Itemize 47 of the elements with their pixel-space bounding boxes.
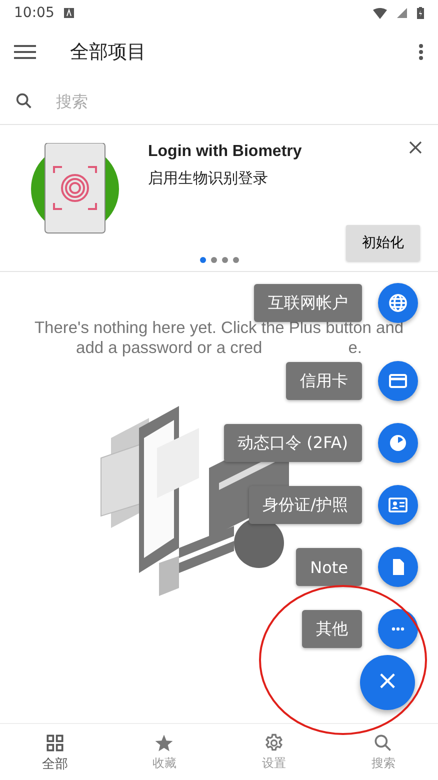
bottom-nav-tab[interactable]: 全部 [0, 724, 110, 780]
search-icon [375, 734, 392, 751]
speed-dial-label[interactable]: Note [296, 548, 362, 586]
globe-icon [389, 294, 407, 312]
page-indicator-dot[interactable] [210, 257, 216, 263]
speed-dial-button[interactable] [378, 423, 418, 463]
overflow-menu-icon[interactable] [418, 43, 424, 61]
menu-icon[interactable] [14, 44, 36, 60]
page-indicator-dot[interactable] [222, 257, 228, 263]
grid-icon [46, 734, 63, 751]
bottom-nav-tab[interactable]: 设置 [219, 724, 328, 780]
signal-icon [397, 8, 407, 18]
search-field[interactable]: 搜索 [54, 90, 424, 112]
more-icon [392, 627, 404, 631]
speed-dial-label[interactable]: 信用卡 [286, 362, 362, 400]
page-indicator-dot[interactable] [200, 257, 206, 263]
credit-card-icon [389, 374, 407, 388]
empty-message: e. [348, 338, 362, 358]
speed-dial-label[interactable]: 身份证/护照 [248, 486, 362, 524]
search-icon [14, 91, 34, 111]
bottom-nav-tab[interactable]: 搜索 [328, 724, 438, 780]
speed-dial-label[interactable]: 其他 [302, 610, 362, 648]
document-icon [393, 559, 404, 575]
notification-icon [64, 8, 74, 18]
star-icon [156, 734, 173, 752]
wifi-icon [373, 8, 387, 18]
speed-dial-button[interactable] [378, 547, 418, 587]
speed-dial-button[interactable] [378, 609, 418, 649]
speed-dial-button[interactable] [378, 283, 418, 323]
promo-title: Login with Biometry [148, 143, 302, 161]
speed-dial-label[interactable]: 互联网帐户 [254, 284, 362, 322]
initialize-button[interactable]: 初始化 [346, 225, 420, 261]
speed-dial-button[interactable] [378, 361, 418, 401]
id-card-icon [388, 498, 408, 512]
status-time: 10:05 [14, 5, 54, 21]
close-icon[interactable] [409, 141, 422, 154]
speed-dial-label[interactable]: 动态口令 (2FA) [224, 424, 362, 462]
promo-subtitle: 启用生物识别登录 [148, 169, 268, 188]
page-indicator-dot[interactable] [232, 257, 238, 263]
speed-dial-button[interactable] [378, 485, 418, 525]
close-fab[interactable]: × [360, 655, 415, 710]
toolbar-title: 全部项目 [70, 40, 147, 65]
bottom-nav-tab[interactable]: 收藏 [110, 724, 219, 780]
battery-icon [417, 7, 424, 19]
timer-icon [390, 435, 406, 451]
empty-message: add a password or a cred [76, 338, 262, 358]
settings-icon [265, 734, 282, 751]
